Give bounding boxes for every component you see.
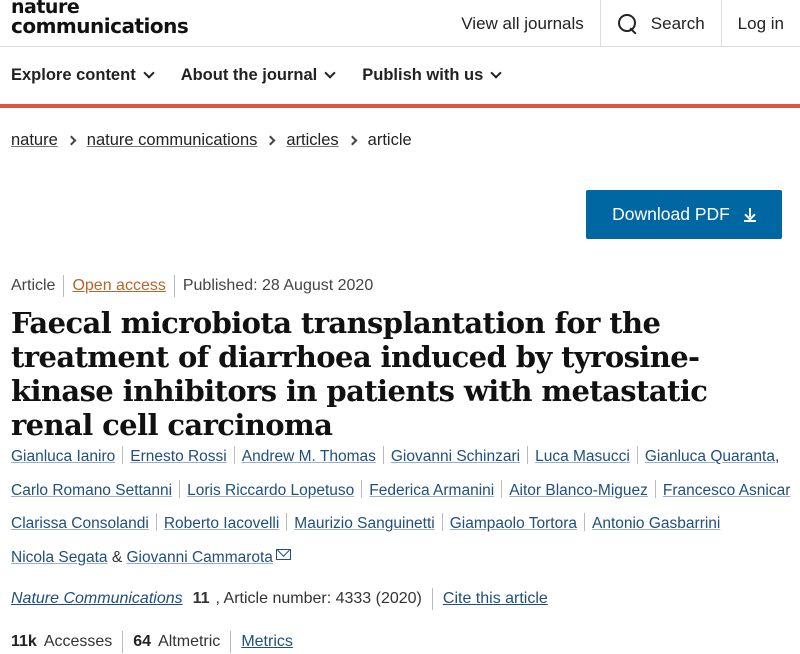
chevron-right-icon xyxy=(347,135,358,146)
about-journal-label: About the journal xyxy=(180,66,318,84)
author-link[interactable]: Giampaolo Tortora xyxy=(450,515,577,532)
divider xyxy=(122,631,124,653)
chevron-down-icon xyxy=(143,67,155,79)
journal-name-link[interactable]: Nature Communications xyxy=(11,590,183,608)
author-link[interactable]: Nicola Segata xyxy=(11,549,108,566)
altmetric-count: 64 xyxy=(133,633,152,650)
view-all-journals-link[interactable]: View all journals xyxy=(445,0,600,47)
divider xyxy=(122,446,124,464)
author-link[interactable]: Luca Masucci xyxy=(535,448,630,465)
divider xyxy=(63,275,65,297)
accesses-count: 11k xyxy=(11,633,37,650)
login-link[interactable]: Log in xyxy=(720,0,800,47)
divider xyxy=(382,446,384,464)
divider xyxy=(654,479,656,498)
published-date: Published: 28 August 2020 xyxy=(182,277,374,294)
accesses-label: Accesses xyxy=(43,633,113,650)
open-access-link[interactable]: Open access xyxy=(72,277,165,295)
citation-line: Nature Communications 11 , Article numbe… xyxy=(11,588,548,610)
search-label: Search xyxy=(650,13,705,33)
top-header: nature communications View all journals … xyxy=(0,0,800,47)
about-journal-menu[interactable]: About the journal xyxy=(180,66,336,85)
author-link[interactable]: Loris Riccardo Lopetuso xyxy=(187,482,354,499)
divider xyxy=(173,275,175,297)
search-icon xyxy=(617,13,639,35)
author-link[interactable]: Gianluca Ianiro xyxy=(11,448,115,465)
download-pdf-button[interactable]: Download PDF xyxy=(586,190,782,239)
breadcrumb-nature[interactable]: nature xyxy=(11,131,58,150)
divider xyxy=(155,513,157,531)
search-button[interactable]: Search xyxy=(599,0,721,47)
download-pdf-label: Download PDF xyxy=(612,204,730,224)
article-number: , Article number: 4333 (2020) xyxy=(215,590,422,607)
author-link[interactable]: Giovanni Cammarota xyxy=(126,549,272,566)
author-link[interactable]: Francesco Asnicar xyxy=(663,482,791,499)
author-link[interactable]: Clarissa Consolandi xyxy=(11,515,149,532)
divider xyxy=(286,513,288,531)
breadcrumb: nature nature communications articles ar… xyxy=(11,131,412,150)
cite-this-article-link[interactable]: Cite this article xyxy=(443,590,548,608)
divider xyxy=(361,479,363,498)
metrics-link[interactable]: Metrics xyxy=(241,633,293,651)
sub-nav: Explore content About the journal Publis… xyxy=(0,47,800,108)
author-link[interactable]: Roberto Iacovelli xyxy=(164,515,279,532)
explore-content-menu[interactable]: Explore content xyxy=(11,66,155,85)
article-meta: Article Open access Published: 28 August… xyxy=(11,275,373,297)
author-link[interactable]: Ernesto Rossi xyxy=(130,448,226,465)
chevron-down-icon xyxy=(324,67,336,79)
divider xyxy=(583,513,585,531)
author-link[interactable]: Federica Armanini xyxy=(369,482,494,499)
author-link[interactable]: Andrew M. Thomas xyxy=(242,448,376,465)
divider xyxy=(233,446,235,464)
chevron-right-icon xyxy=(265,135,276,146)
divider xyxy=(636,446,638,464)
author-link[interactable]: Antonio Gasbarrini xyxy=(592,515,720,532)
breadcrumb-articles[interactable]: articles xyxy=(286,131,338,150)
divider xyxy=(527,446,529,464)
divider xyxy=(501,479,503,498)
divider xyxy=(431,588,433,610)
author-link[interactable]: Gianluca Quaranta xyxy=(645,448,775,465)
chevron-down-icon xyxy=(490,67,502,79)
article-title: Faecal microbiota transplantation for th… xyxy=(11,306,708,442)
divider xyxy=(230,631,232,653)
top-nav: View all journals Search Log in xyxy=(445,0,800,47)
breadcrumb-nature-communications[interactable]: nature communications xyxy=(87,131,258,150)
chevron-right-icon xyxy=(66,135,77,146)
divider xyxy=(179,479,181,498)
email-icon[interactable] xyxy=(275,548,291,560)
logo-line-2: communications xyxy=(11,14,189,38)
author-link[interactable]: Aitor Blanco-Miguez xyxy=(509,482,648,499)
altmetric-label: Altmetric xyxy=(158,633,221,650)
divider xyxy=(441,513,443,531)
explore-content-label: Explore content xyxy=(11,66,136,84)
author-link[interactable]: Carlo Romano Settanni xyxy=(11,482,172,499)
publish-with-us-label: Publish with us xyxy=(362,66,484,84)
author-list: Gianluca Ianiro Ernesto Rossi Andrew M. Th… xyxy=(11,446,791,566)
article-stats: 11k Accesses 64 Altmetric Metrics xyxy=(11,631,293,653)
volume: 11 xyxy=(192,590,210,607)
breadcrumb-current: article xyxy=(367,131,412,149)
author-ampersand: & xyxy=(111,548,123,566)
publish-with-us-menu[interactable]: Publish with us xyxy=(362,66,502,85)
author-link[interactable]: Giovanni Schinzari xyxy=(391,448,520,465)
article-type: Article xyxy=(11,277,56,294)
site-logo[interactable]: nature communications xyxy=(11,0,189,38)
download-icon xyxy=(743,207,756,222)
author-link[interactable]: Maurizio Sanguinetti xyxy=(294,515,434,532)
